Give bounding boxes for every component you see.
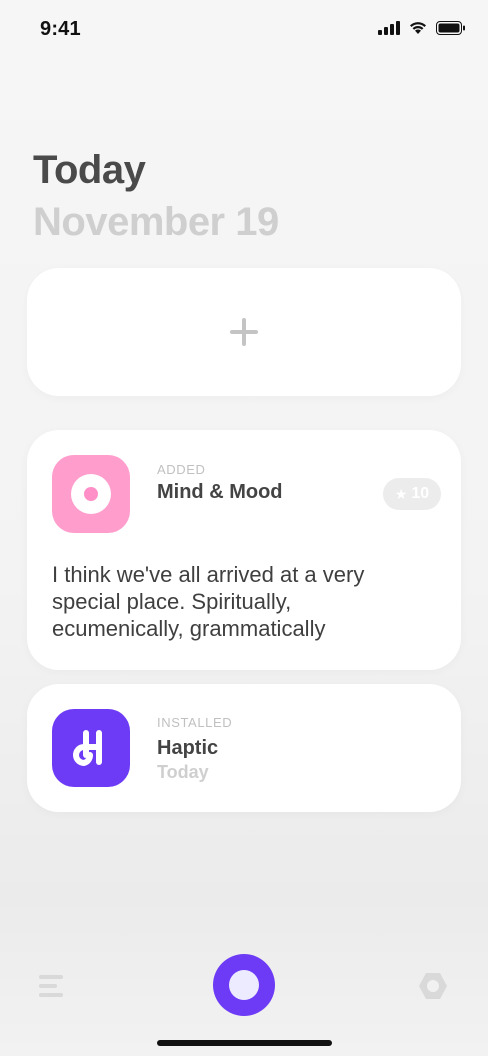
entry-date: Today xyxy=(157,762,209,782)
battery-icon xyxy=(436,20,466,35)
add-entry-card[interactable] xyxy=(27,268,461,396)
mind-mood-app-icon xyxy=(52,455,130,533)
entry-app-name: Mind & Mood xyxy=(157,481,283,503)
signal-icon xyxy=(378,20,400,35)
entry-status-label: INSTALLED xyxy=(157,715,233,730)
rating-value: 10 xyxy=(411,485,430,502)
haptic-app-icon xyxy=(52,709,130,787)
plus-icon xyxy=(230,318,258,346)
status-time: 9:41 xyxy=(40,18,81,40)
wifi-icon xyxy=(408,20,428,35)
page-title: Today xyxy=(33,148,146,192)
menu-icon[interactable] xyxy=(39,975,65,997)
entry-text: I think we've all arrived at a very spec… xyxy=(52,562,365,641)
status-bar: 9:41 xyxy=(0,0,488,60)
record-button[interactable] xyxy=(213,954,275,1016)
home-indicator xyxy=(157,1040,332,1046)
entry-card-haptic[interactable]: INSTALLED Haptic Today xyxy=(27,684,461,812)
status-icons xyxy=(378,20,466,35)
entry-app-name: Haptic xyxy=(157,737,219,759)
entry-status-label: ADDED xyxy=(157,462,206,477)
star-icon: ★ xyxy=(394,486,408,502)
today-screen: 9:41 Today November 19 ADDED Mind & Mood… xyxy=(0,0,488,1056)
page-date: November 19 xyxy=(33,200,279,244)
entry-card-mind-mood[interactable]: ADDED Mind & Mood ★ 10 I think we've all… xyxy=(27,430,461,670)
rating-badge: ★ 10 xyxy=(383,478,441,510)
settings-icon[interactable] xyxy=(416,969,450,1003)
